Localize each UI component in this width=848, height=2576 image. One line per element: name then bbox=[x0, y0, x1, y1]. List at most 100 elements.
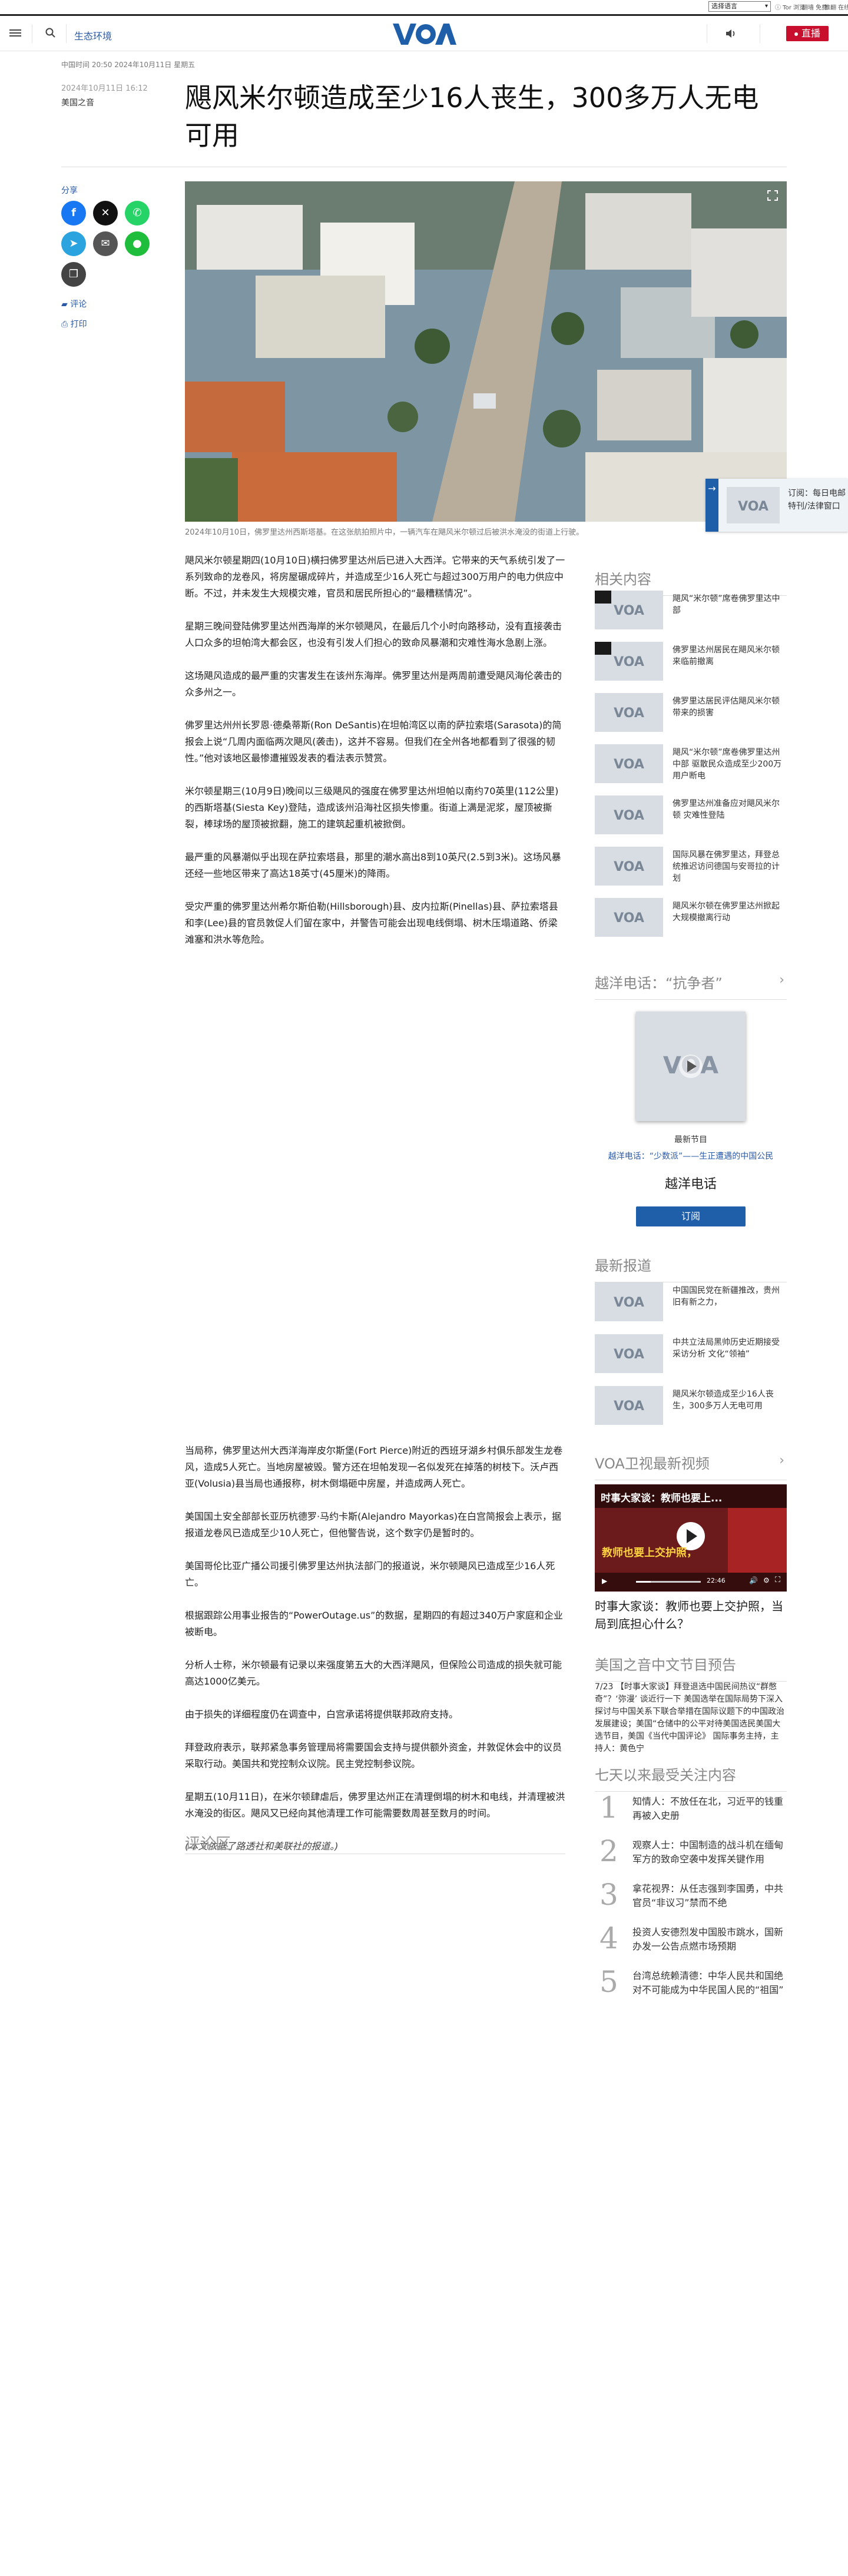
hero-image bbox=[185, 181, 787, 522]
podcast-subscribe-button[interactable]: 订阅 bbox=[636, 1206, 746, 1226]
print-link[interactable]: ⎙ 打印 bbox=[61, 318, 87, 330]
latest-thumbnail: VOA bbox=[595, 1334, 663, 1373]
site-header: 生态环境 直播 bbox=[0, 16, 848, 51]
related-item[interactable]: VOA 飓风“米尔顿”席卷佛罗里达州中部 驱散民众造成至少200万用户断电 bbox=[595, 744, 787, 783]
related-item[interactable]: VOA 佛罗里达州居民在飓风米尔顿来临前撤离 bbox=[595, 642, 787, 681]
video-heading[interactable]: VOA卫视最新视频 › bbox=[595, 1452, 787, 1480]
voa-logo-thumb: VOA bbox=[614, 757, 644, 772]
voa-logo-thumb: VOA bbox=[614, 1399, 644, 1414]
facebook-share-icon[interactable]: f bbox=[61, 201, 86, 226]
util-link-tor[interactable]: ⓘ Tor 浏览 bbox=[775, 2, 805, 11]
podcast-episode-link[interactable]: 越洋电话：“少数派”——生正遭遇的中国公民 bbox=[595, 1150, 787, 1162]
popular-rank: 2 bbox=[599, 1834, 618, 1868]
body-paragraph: 米尔顿星期三(10月9日)晚间以三级飓风的强度在佛罗里达州坦帕以南约70英里(1… bbox=[185, 785, 559, 830]
video-volume-icon[interactable]: 🔊 bbox=[749, 1576, 758, 1584]
popular-title[interactable]: 台湾总统赖清德：中华人民共和国绝对不可能成为中华民国人民的“祖国” bbox=[632, 1969, 787, 1997]
print-icon: ⎙ bbox=[61, 320, 71, 329]
related-title[interactable]: 佛罗里达州居民在飓风米尔顿来临前撤离 bbox=[673, 644, 784, 668]
voa-logo-thumb: VOA bbox=[614, 808, 644, 823]
live-button[interactable]: 直播 bbox=[786, 26, 829, 41]
latest-item[interactable]: VOA 中国国民党在新疆推改，贵州旧有新之力， bbox=[595, 1282, 787, 1321]
telegram-share-icon[interactable]: ➤ bbox=[61, 231, 86, 256]
popular-heading: 七天以来最受关注内容 bbox=[595, 1763, 787, 1792]
language-select[interactable]: 选择语言 bbox=[708, 1, 771, 12]
util-link-other[interactable]: 推翻 在线 bbox=[824, 2, 848, 11]
popular-title[interactable]: 知情人：不放任在北，习近平的钱重再被入史册 bbox=[632, 1795, 787, 1823]
menu-icon[interactable] bbox=[9, 28, 21, 39]
whatsapp-share-icon[interactable]: ✆ bbox=[125, 201, 150, 226]
voa-logo-thumb: VOA bbox=[614, 1347, 644, 1362]
related-thumbnail: VOA bbox=[595, 795, 663, 834]
body-paragraph: 最严重的风暴潮似乎出现在萨拉索塔县，那里的潮水高出8到10英尺(2.5到3米)。… bbox=[185, 851, 561, 879]
article-byline[interactable]: 美国之音 bbox=[61, 97, 94, 108]
x-share-icon[interactable]: ✕ bbox=[93, 201, 118, 226]
svg-text:VOA: VOA bbox=[614, 1399, 644, 1414]
related-thumbnail: VOA bbox=[595, 693, 663, 732]
svg-text:VOA: VOA bbox=[614, 706, 644, 721]
related-item[interactable]: VOA 飓风米尔顿在佛罗里达州掀起大规模撤离行动 bbox=[595, 898, 787, 937]
svg-text:VOA: VOA bbox=[614, 604, 644, 618]
podcast-cover[interactable]: VOA bbox=[636, 1012, 746, 1121]
subscribe-popup[interactable]: → VOA 订阅：每日电邮特刊/法律窗口 bbox=[705, 479, 848, 532]
popup-collapse-icon[interactable]: → bbox=[705, 479, 718, 532]
comment-icon: ▰ bbox=[61, 300, 71, 309]
util-link-vpn[interactable]: 翻墙 免费 bbox=[802, 2, 827, 11]
related-item[interactable]: VOA 飓风“米尔顿”席卷佛罗里达中部 bbox=[595, 591, 787, 629]
related-item[interactable]: VOA 佛罗里达居民评估飓风米尔顿带来的损害 bbox=[595, 693, 787, 732]
latest-title[interactable]: 飓风米尔顿造成至少16人丧生，300多万人无电可用 bbox=[673, 1388, 784, 1412]
current-time: 中国时间 20:50 2024年10月11日 星期五 bbox=[61, 61, 196, 69]
latest-item[interactable]: VOA 飓风米尔顿造成至少16人丧生，300多万人无电可用 bbox=[595, 1386, 787, 1425]
article-body-top: 飓风米尔顿星期四(10月10日)横扫佛罗里达州后已进入大西洋。它带来的天气系统引… bbox=[185, 552, 565, 964]
related-item[interactable]: VOA 国际风暴在佛罗里达，拜登总统推迟访问德国与安哥拉的计划 bbox=[595, 847, 787, 886]
video-play-control-icon[interactable]: ▶ bbox=[602, 1577, 607, 1585]
podcast-play-icon[interactable]: VOA bbox=[636, 1012, 746, 1121]
voa-logo-thumb: VOA bbox=[727, 487, 780, 523]
video-settings-icon[interactable]: ⚙ bbox=[763, 1576, 770, 1584]
popular-title[interactable]: 拿花视界：从任志强到李国勇，中共官员“非议习”禁而不绝 bbox=[632, 1882, 787, 1910]
comment-link[interactable]: ▰ 评论 bbox=[61, 298, 87, 310]
video-title[interactable]: 时事大家谈：教师也要上交护照，当局到底担心什么？ bbox=[595, 1597, 787, 1633]
podcast-heading[interactable]: 越洋电话：“抗争者” › bbox=[595, 972, 787, 1000]
section-link[interactable]: 生态环境 bbox=[74, 28, 112, 42]
related-title[interactable]: 佛罗里达居民评估飓风米尔顿带来的损害 bbox=[673, 695, 784, 719]
popular-title[interactable]: 观察人士：中国制造的战斗机在缅甸军方的致命空袭中发挥关键作用 bbox=[632, 1838, 787, 1866]
popular-rank: 4 bbox=[599, 1921, 618, 1955]
flood-photo bbox=[185, 181, 787, 522]
podcast-heading-text: 越洋电话：“抗争者” bbox=[595, 975, 723, 992]
voa-logo-thumb: VOA bbox=[614, 860, 644, 874]
related-title[interactable]: 国际风暴在佛罗里达，拜登总统推迟访问德国与安哥拉的计划 bbox=[673, 849, 784, 884]
source-note: (本文依据了路透社和美联社的报道。) bbox=[185, 1841, 339, 1852]
program-text[interactable]: 7/23 【时事大家谈】拜登退选中国民间热议“群憋奇”？‘弥漫’ 谈近行一下 美… bbox=[595, 1681, 787, 1755]
popular-rank: 5 bbox=[599, 1965, 618, 1999]
latest-title[interactable]: 中国国民党在新疆推改，贵州旧有新之力， bbox=[673, 1285, 784, 1308]
related-item[interactable]: VOA 佛罗里达州准备应对飓风米尔顿 灾难性登陆 bbox=[595, 795, 787, 834]
copy-link-icon[interactable]: ❐ bbox=[61, 262, 86, 287]
related-thumbnail: VOA bbox=[595, 744, 663, 783]
latest-title[interactable]: 中共立法局黑帅历史近期接受采访分析 文化“领袖” bbox=[673, 1337, 784, 1360]
video-fullscreen-icon[interactable]: ⛶ bbox=[775, 1576, 780, 1584]
latest-item[interactable]: VOA 中共立法局黑帅历史近期接受采访分析 文化“领袖” bbox=[595, 1334, 787, 1373]
search-icon[interactable] bbox=[45, 27, 57, 39]
svg-text:VOA: VOA bbox=[614, 655, 644, 669]
audio-icon[interactable] bbox=[724, 27, 737, 40]
print-label: 打印 bbox=[70, 320, 87, 329]
line-share-icon[interactable]: ● bbox=[125, 231, 150, 256]
related-title[interactable]: 飓风“米尔顿”席卷佛罗里达中部 bbox=[673, 593, 784, 616]
body-paragraph: 由于损失的详细程度仍在调查中，白宫承诺将提供联邦政府支持。 bbox=[185, 1709, 459, 1720]
related-title[interactable]: 佛罗里达州准备应对飓风米尔顿 灾难性登陆 bbox=[673, 798, 784, 821]
latest-thumbnail: VOA bbox=[595, 1386, 663, 1425]
video-player[interactable]: 时事大家谈：教师也要上... 教师也要上交护照， ▶ 22:46 🔊 ⚙ ⛶ bbox=[595, 1484, 787, 1592]
related-title[interactable]: 飓风“米尔顿”席卷佛罗里达州中部 驱散民众造成至少200万用户断电 bbox=[673, 747, 784, 782]
popular-rank: 1 bbox=[599, 1791, 618, 1825]
body-paragraph: 当局称，佛罗里达州大西洋海岸皮尔斯堡(Fort Pierce)附近的西班牙湖乡村… bbox=[185, 1445, 563, 1489]
share-label: 分享 bbox=[61, 186, 78, 195]
fullscreen-icon[interactable] bbox=[767, 190, 779, 201]
chevron-right-icon: › bbox=[779, 973, 784, 987]
popular-title[interactable]: 投资人安德烈发中国股市跳水，国新办发一公告点燃市场预期 bbox=[632, 1925, 787, 1954]
popup-thumbnail: VOA bbox=[727, 487, 780, 523]
related-title[interactable]: 飓风米尔顿在佛罗里达州掀起大规模撤离行动 bbox=[673, 900, 784, 924]
body-paragraph: 拜登政府表示，联邦紧急事务管理局将需要国会支持与提供额外资金，并敦促休会中的议员… bbox=[185, 1742, 562, 1769]
voa-logo[interactable] bbox=[392, 22, 456, 46]
video-overlay-title: 时事大家谈：教师也要上... bbox=[601, 1493, 723, 1504]
email-share-icon[interactable]: ✉ bbox=[93, 231, 118, 256]
